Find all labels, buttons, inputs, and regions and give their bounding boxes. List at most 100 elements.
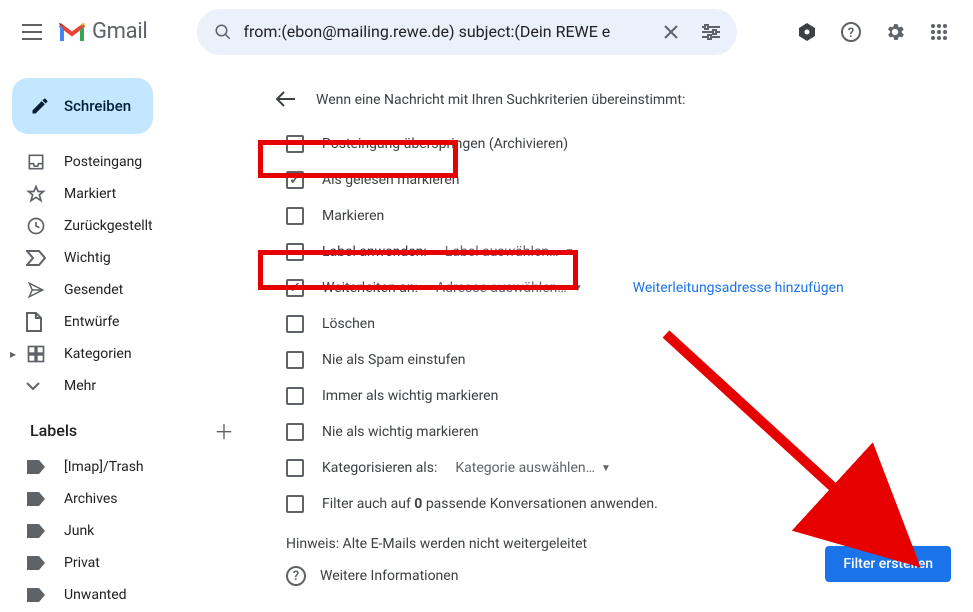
chevron-right-icon: ▸ (10, 347, 16, 361)
option-never-spam[interactable]: Nie als Spam einstufen (276, 342, 953, 378)
sidebar-item-label: Entwürfe (64, 314, 119, 330)
sidebar-item-categories[interactable]: ▸ Kategorien (8, 338, 248, 370)
dialog-title-text: Wenn eine Nachricht mit Ihren Suchkriter… (316, 92, 685, 108)
search-bar (197, 9, 737, 55)
gmail-logo[interactable]: Gmail (58, 19, 147, 44)
forward-address-select[interactable]: Adresse auswählen… ▼ (436, 280, 583, 296)
search-input[interactable] (243, 22, 651, 41)
sidebar: Schreiben Posteingang Markiert Zurückges… (0, 64, 256, 612)
arrow-left-icon (276, 91, 296, 107)
option-categorize[interactable]: Kategorisieren als: Kategorie auswählen…… (276, 450, 953, 486)
settings-button[interactable] (875, 12, 915, 52)
gmail-m-icon (58, 21, 86, 43)
sidebar-item-starred[interactable]: Markiert (8, 178, 248, 210)
option-apply-label[interactable]: Label anwenden: Label auswählen… ▼ (276, 234, 953, 270)
sidebar-item-label: Posteingang (64, 154, 142, 170)
label-item-unwanted[interactable]: Unwanted (8, 579, 248, 611)
option-label: Nie als Spam einstufen (322, 352, 466, 368)
sidebar-item-snoozed[interactable]: Zurückgestellt (8, 210, 248, 242)
caret-down-icon: ▼ (564, 247, 574, 258)
caret-down-icon: ▼ (573, 283, 583, 294)
chevron-down-icon (26, 381, 46, 391)
apps-button[interactable] (919, 12, 959, 52)
close-icon (663, 24, 679, 40)
main-menu-button[interactable] (8, 8, 56, 56)
tune-icon (701, 24, 721, 40)
support-button[interactable]: ? (831, 12, 871, 52)
label-item-archives[interactable]: Archives (8, 483, 248, 515)
label-icon (26, 491, 46, 507)
sidebar-item-label: Gesendet (64, 282, 123, 298)
categories-icon (26, 344, 46, 364)
category-select[interactable]: Kategorie auswählen… ▼ (455, 460, 611, 476)
label-text: [Imap]/Trash (64, 459, 144, 475)
labels-heading: Labels (30, 421, 77, 440)
checkbox[interactable] (286, 351, 304, 369)
checkbox[interactable] (286, 171, 304, 189)
search-button[interactable] (203, 12, 243, 52)
label-icon (26, 459, 46, 475)
help-icon: ? (286, 566, 306, 586)
sidebar-item-drafts[interactable]: Entwürfe (8, 306, 248, 338)
sidebar-item-label: Markiert (64, 186, 116, 202)
label-item-privat[interactable]: Privat (8, 547, 248, 579)
sidebar-item-important[interactable]: Wichtig (8, 242, 248, 274)
file-icon (26, 312, 46, 332)
option-label: Immer als wichtig markieren (322, 388, 498, 404)
option-star[interactable]: Markieren (276, 198, 953, 234)
label-item-imap-trash[interactable]: [Imap]/Trash (8, 451, 248, 483)
create-filter-button[interactable]: Filter erstellen (825, 546, 951, 582)
option-label: Label anwenden: (322, 244, 427, 260)
checkbox[interactable] (286, 135, 304, 153)
help-icon: ? (841, 22, 861, 42)
checkbox[interactable] (286, 243, 304, 261)
back-button[interactable] (276, 88, 296, 112)
gmail-logo-text: Gmail (92, 19, 147, 44)
sidebar-item-sent[interactable]: Gesendet (8, 274, 248, 306)
add-forwarding-address-link[interactable]: Weiterleitungsadresse hinzufügen (633, 280, 844, 296)
option-forward[interactable]: Weiterleiten an: Adresse auswählen… ▼ We… (276, 270, 953, 306)
more-info-link[interactable]: Weitere Informationen (320, 568, 458, 584)
svg-text:?: ? (848, 26, 854, 41)
pencil-icon (30, 96, 50, 116)
search-clear-button[interactable] (651, 12, 691, 52)
option-never-important[interactable]: Nie als wichtig markieren (276, 414, 953, 450)
add-label-button[interactable]: ＋ (214, 416, 234, 445)
checkbox[interactable] (286, 423, 304, 441)
option-delete[interactable]: Löschen (276, 306, 953, 342)
sidebar-item-label: Zurückgestellt (64, 218, 153, 234)
status-button[interactable] (787, 12, 827, 52)
option-label: Filter auch auf 0 passende Konversatione… (322, 496, 658, 512)
checkbox[interactable] (286, 387, 304, 405)
option-label: Kategorisieren als: (322, 460, 437, 476)
label-text: Unwanted (64, 587, 127, 603)
checkbox[interactable] (286, 459, 304, 477)
search-options-button[interactable] (691, 12, 731, 52)
option-label: Nie als wichtig markieren (322, 424, 479, 440)
sidebar-item-more[interactable]: Mehr (8, 370, 248, 402)
apps-grid-icon (930, 23, 948, 41)
label-icon (26, 555, 46, 571)
menu-icon (22, 24, 42, 40)
label-text: Privat (64, 555, 100, 571)
label-select[interactable]: Label auswählen… ▼ (445, 244, 575, 260)
option-skip-inbox[interactable]: Posteingang überspringen (Archivieren) (276, 126, 953, 162)
sidebar-item-label: Kategorien (64, 346, 132, 362)
important-icon (26, 250, 46, 266)
option-mark-read[interactable]: Als gelesen markieren (276, 162, 953, 198)
compose-label: Schreiben (64, 97, 131, 115)
label-text: Junk (64, 523, 94, 539)
sidebar-item-inbox[interactable]: Posteingang (8, 146, 248, 178)
option-always-important[interactable]: Immer als wichtig markieren (276, 378, 953, 414)
sidebar-item-label: Wichtig (64, 250, 111, 266)
checkbox[interactable] (286, 279, 304, 297)
checkbox[interactable] (286, 315, 304, 333)
caret-down-icon: ▼ (601, 463, 611, 474)
checkbox[interactable] (286, 207, 304, 225)
star-icon (26, 184, 46, 204)
label-item-junk[interactable]: Junk (8, 515, 248, 547)
label-icon (26, 587, 46, 603)
option-also-apply[interactable]: Filter auch auf 0 passende Konversatione… (276, 486, 953, 522)
compose-button[interactable]: Schreiben (12, 78, 153, 134)
checkbox[interactable] (286, 495, 304, 513)
